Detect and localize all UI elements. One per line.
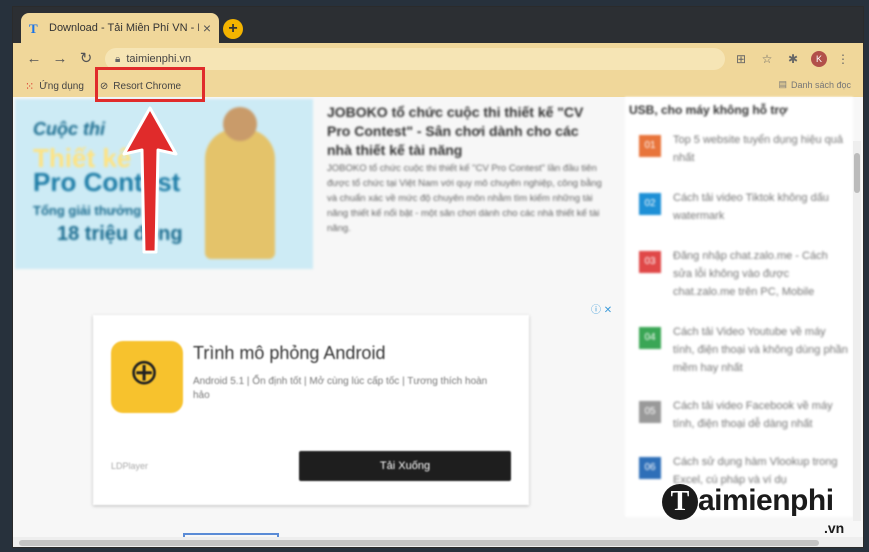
back-icon[interactable]: ← <box>23 48 45 70</box>
bookmark-star-icon[interactable]: ☆ <box>757 49 777 69</box>
taimienphi-watermark: T aimienphi .vn <box>662 482 862 542</box>
watermark-logo: T <box>662 484 698 520</box>
tab-strip: T Download - Tải Miễn Phí VN - Ph × + <box>13 7 863 43</box>
sidebar-item[interactable]: 05 Cách tải video Facebook về máy tính, … <box>639 397 849 433</box>
ad-choices-icon[interactable]: ⓘ ✕ <box>591 301 612 316</box>
sidebar-item[interactable]: 01 Top 5 website tuyển dụng hiệu quả nhấ… <box>639 131 849 167</box>
ad-subtitle: Android 5.1 | Ổn định tốt | Mở cùng lúc … <box>193 376 488 401</box>
reading-list-icon: ▤ <box>778 79 787 89</box>
watermark-text: aimienphi <box>698 484 834 517</box>
rank-badge: 02 <box>639 193 661 215</box>
url-text: taimienphi.vn <box>126 53 192 65</box>
forward-icon[interactable]: → <box>49 48 71 70</box>
browser-tab[interactable]: T Download - Tải Miễn Phí VN - Ph × <box>21 13 219 43</box>
rank-badge: 05 <box>639 401 661 423</box>
apps-grid-icon: ⁙ <box>25 80 35 93</box>
rank-badge: 01 <box>639 135 661 157</box>
lock-icon[interactable]: 🔒︎ <box>115 54 120 65</box>
banner-line-1: Cuộc thi <box>33 119 105 139</box>
ldplayer-logo-icon <box>111 341 183 413</box>
popular-sidebar: USB, cho máy không hỗ trợ 01 Top 5 websi… <box>625 97 853 517</box>
reading-list-label: Danh sách đọc <box>790 79 851 90</box>
ad-brand: LDPlayer <box>111 461 149 471</box>
sidebar-heading: USB, cho máy không hỗ trợ <box>629 103 788 117</box>
watermark-tld: .vn <box>824 520 845 536</box>
scrollbar-thumb[interactable] <box>854 153 860 193</box>
vertical-scrollbar[interactable] <box>853 141 861 521</box>
article-title[interactable]: JOBOKO tổ chức cuộc thi thiết kế "CV Pro… <box>327 103 603 160</box>
sidebar-item-text: Cách tải video Facebook về máy tính, điệ… <box>673 400 833 430</box>
reload-icon[interactable]: ↻ <box>75 48 97 70</box>
sidebar-item[interactable]: 03 Đăng nhập chat.zalo.me - Cách sửa lỗi… <box>639 247 849 301</box>
install-app-icon[interactable]: ⊞ <box>731 49 751 69</box>
tab-title: Download - Tải Miễn Phí VN - Ph <box>49 22 199 34</box>
rank-badge: 06 <box>639 457 661 479</box>
screenshot-frame: T Download - Tải Miễn Phí VN - Ph × + ← … <box>0 0 869 552</box>
banner-person-head <box>223 107 257 141</box>
apps-label: Ứng dụng <box>39 80 84 92</box>
browser-window: T Download - Tải Miễn Phí VN - Ph × + ← … <box>12 6 864 548</box>
sidebar-item-text: Top 5 website tuyển dụng hiệu quả nhất <box>673 134 844 164</box>
banner-person-image <box>205 129 275 259</box>
highlight-box <box>95 67 205 102</box>
close-tab-icon[interactable]: × <box>203 20 211 36</box>
pointer-arrow-icon <box>122 106 178 254</box>
article-summary: JOBOKO tổ chức cuộc thi thiết kế "CV Pro… <box>327 163 602 234</box>
favicon-icon: T <box>29 21 38 36</box>
sidebar-item-text: Đăng nhập chat.zalo.me - Cách sửa lỗi kh… <box>673 250 828 298</box>
sidebar-item[interactable]: 02 Cách tải video Tiktok không dấu water… <box>639 189 849 225</box>
ad-title: Trình mô phỏng Android <box>193 343 386 363</box>
sidebar-item[interactable]: 04 Cách tải Video Youtube về máy tính, đ… <box>639 323 849 377</box>
new-tab-button[interactable]: + <box>223 19 243 39</box>
reading-list-button[interactable]: ▤ Danh sách đọc <box>778 79 851 90</box>
ad-download-button[interactable]: Tải Xuống <box>299 451 511 481</box>
profile-avatar[interactable]: K <box>811 51 827 67</box>
extensions-icon[interactable]: ✱ <box>783 49 803 69</box>
sidebar-item-text: Cách tải Video Youtube về máy tính, điện… <box>673 326 848 374</box>
sidebar-item-text: Cách tải video Tiktok không dấu watermar… <box>673 192 829 222</box>
menu-icon[interactable]: ⋮ <box>833 49 853 69</box>
rank-badge: 04 <box>639 327 661 349</box>
advertisement[interactable]: Trình mô phỏng Android Android 5.1 | Ổn … <box>93 315 529 505</box>
rank-badge: 03 <box>639 251 661 273</box>
bookmark-apps[interactable]: ⁙ Ứng dụng <box>25 80 84 93</box>
